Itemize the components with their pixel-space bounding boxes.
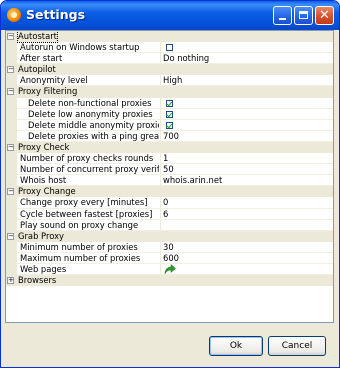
window-title: Settings: [26, 7, 86, 22]
row-gutter: [6, 119, 17, 131]
category-label: Autostart: [17, 31, 58, 44]
collapse-icon[interactable]: −: [7, 33, 14, 40]
property-row[interactable]: Delete low anonymity proxies: [6, 108, 333, 120]
property-row[interactable]: Change proxy every [minutes] 0: [6, 197, 333, 209]
row-gutter: [6, 208, 17, 220]
cancel-button[interactable]: Cancel: [268, 336, 326, 356]
row-gutter: [6, 252, 17, 264]
property-checkbox[interactable]: [166, 121, 173, 129]
row-gutter: [6, 97, 17, 109]
category-row[interactable]: − Autostart: [6, 31, 333, 44]
property-row[interactable]: Web pages: [6, 263, 333, 276]
category-row[interactable]: − Proxy Check: [6, 141, 333, 154]
property-row[interactable]: Delete non-functional proxies: [6, 97, 333, 109]
property-row[interactable]: Delete middle anonymity proxies: [6, 119, 333, 131]
row-gutter: [6, 53, 17, 65]
row-gutter: [6, 108, 17, 120]
category-row[interactable]: − Autopilot: [6, 64, 333, 76]
property-row[interactable]: Cycle between fastest [proxies] 6: [6, 208, 333, 220]
expand-icon[interactable]: +: [7, 277, 14, 285]
category-row[interactable]: − Grab Proxy: [6, 230, 333, 242]
category-row[interactable]: − Proxy Filtering: [6, 86, 333, 98]
minimize-icon: [279, 18, 286, 20]
collapse-icon[interactable]: −: [7, 66, 14, 74]
minimize-button[interactable]: [273, 6, 292, 25]
category-label: Proxy Filtering: [18, 86, 78, 97]
row-gutter: [6, 75, 17, 87]
property-row[interactable]: Play sound on proxy change: [6, 219, 333, 231]
title-bar[interactable]: Settings ✕: [1, 1, 339, 30]
app-icon: [7, 8, 21, 22]
maximize-button[interactable]: [294, 6, 313, 25]
property-row[interactable]: Minimum number of proxies 30: [6, 241, 333, 253]
collapse-icon[interactable]: −: [7, 188, 14, 196]
property-checkbox[interactable]: [166, 110, 173, 118]
close-button[interactable]: ✕: [315, 6, 334, 25]
settings-window: Settings ✕ − Autostart Autorun on Windows …: [0, 0, 340, 368]
category-row[interactable]: + Browsers: [6, 275, 333, 287]
row-gutter: [6, 42, 17, 54]
row-gutter: [6, 130, 17, 142]
row-gutter: [6, 153, 17, 165]
collapse-icon[interactable]: −: [7, 88, 14, 96]
property-checkbox[interactable]: [166, 99, 173, 107]
collapse-icon[interactable]: −: [7, 232, 14, 240]
category-label: Proxy Change: [18, 186, 76, 197]
property-grid[interactable]: − Autostart Autorun on Windows startup Afte…: [5, 30, 334, 323]
row-gutter: [6, 175, 17, 187]
category-row[interactable]: − Proxy Change: [6, 186, 333, 198]
category-label: Grab Proxy: [18, 230, 64, 241]
row-gutter: [6, 263, 17, 276]
close-icon: ✕: [319, 8, 330, 23]
property-row[interactable]: Number of proxy checks rounds 1: [6, 153, 333, 165]
category-label: Proxy Check: [18, 141, 70, 152]
property-row[interactable]: After start Do nothing: [6, 53, 333, 65]
property-row[interactable]: Number of concurrent proxy verific...50: [6, 164, 333, 176]
row-gutter: [6, 164, 17, 176]
category-label: Autopilot: [18, 64, 56, 75]
property-row[interactable]: Maximum number of proxies 600: [6, 252, 333, 264]
property-row[interactable]: Whois host whois.arin.net: [6, 175, 333, 187]
property-row[interactable]: Anonymity level High: [6, 75, 333, 87]
property-row[interactable]: Delete proxies with a ping great... 700: [6, 130, 333, 142]
row-gutter: [6, 197, 17, 209]
collapse-icon[interactable]: −: [7, 143, 14, 151]
category-label: Browsers: [18, 275, 57, 286]
maximize-icon: [299, 11, 308, 19]
row-gutter: [6, 241, 17, 253]
ok-button[interactable]: Ok: [209, 336, 263, 356]
property-row[interactable]: Autorun on Windows startup: [6, 42, 333, 54]
property-checkbox[interactable]: [166, 44, 173, 52]
row-gutter: [6, 219, 17, 231]
